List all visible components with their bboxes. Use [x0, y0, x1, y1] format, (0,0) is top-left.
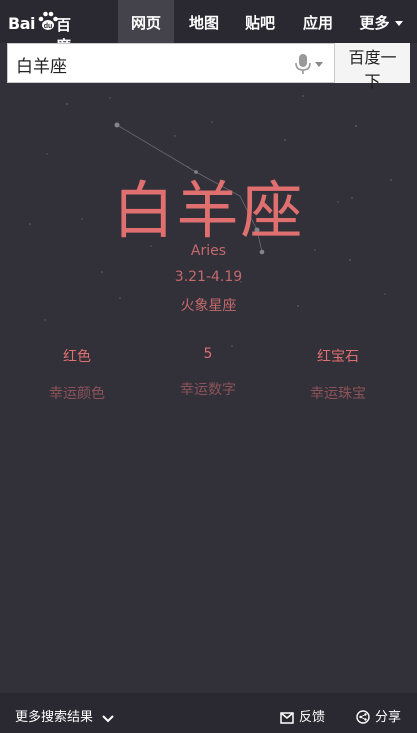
sign-element: 火象星座	[180, 298, 237, 314]
lucky-color: 红色 幸运颜色	[7, 346, 147, 403]
more-results-label: 更多搜索结果	[15, 710, 94, 725]
lucky-number-label: 幸运数字	[180, 382, 236, 398]
share-icon	[356, 710, 370, 724]
sign-title: 白羊座	[112, 174, 305, 247]
search-bar: 百度一下	[7, 43, 410, 91]
lucky-gem-label: 幸运珠宝	[310, 386, 366, 402]
sign-english-name: Aries	[190, 243, 227, 259]
tab-tieba[interactable]: 贴吧	[234, 0, 286, 43]
top-nav: Bai du 百度 网页 地图 贴吧 应用 更多	[0, 0, 417, 55]
tab-more[interactable]: 更多	[350, 0, 412, 43]
share-label: 分享	[375, 710, 402, 725]
mail-icon	[280, 712, 294, 724]
tab-web[interactable]: 网页	[118, 0, 174, 43]
baidu-logo[interactable]: Bai du 百度	[8, 10, 80, 55]
footer-bar: 更多搜索结果 反馈 分享	[0, 693, 417, 733]
chevron-down-icon	[394, 21, 403, 26]
chevron-down-icon	[102, 715, 114, 723]
feedback-label: 反馈	[299, 710, 326, 725]
lucky-gem-value: 红宝石	[317, 349, 359, 365]
voice-dropdown-chevron-icon[interactable]	[315, 62, 323, 67]
microphone-icon[interactable]	[294, 53, 312, 75]
lucky-gem: 红宝石 幸运珠宝	[268, 346, 408, 403]
tab-apps[interactable]: 应用	[292, 0, 344, 43]
feedback-button[interactable]: 反馈	[280, 706, 325, 725]
lucky-color-value: 红色	[63, 349, 91, 365]
more-results-link[interactable]: 更多搜索结果	[15, 706, 114, 725]
lucky-number-value: 5	[203, 346, 213, 362]
search-input[interactable]	[8, 44, 298, 84]
lucky-color-label: 幸运颜色	[49, 386, 105, 402]
tab-more-label: 更多	[359, 14, 390, 32]
svg-text:du: du	[44, 23, 53, 30]
logo-bai-text: Bai	[8, 14, 35, 33]
share-button[interactable]: 分享	[356, 706, 401, 725]
sign-date-range: 3.21-4.19	[174, 269, 243, 285]
lucky-number: 5 幸运数字	[138, 346, 278, 399]
tab-map[interactable]: 地图	[178, 0, 230, 43]
search-button[interactable]: 百度一下	[334, 43, 410, 91]
